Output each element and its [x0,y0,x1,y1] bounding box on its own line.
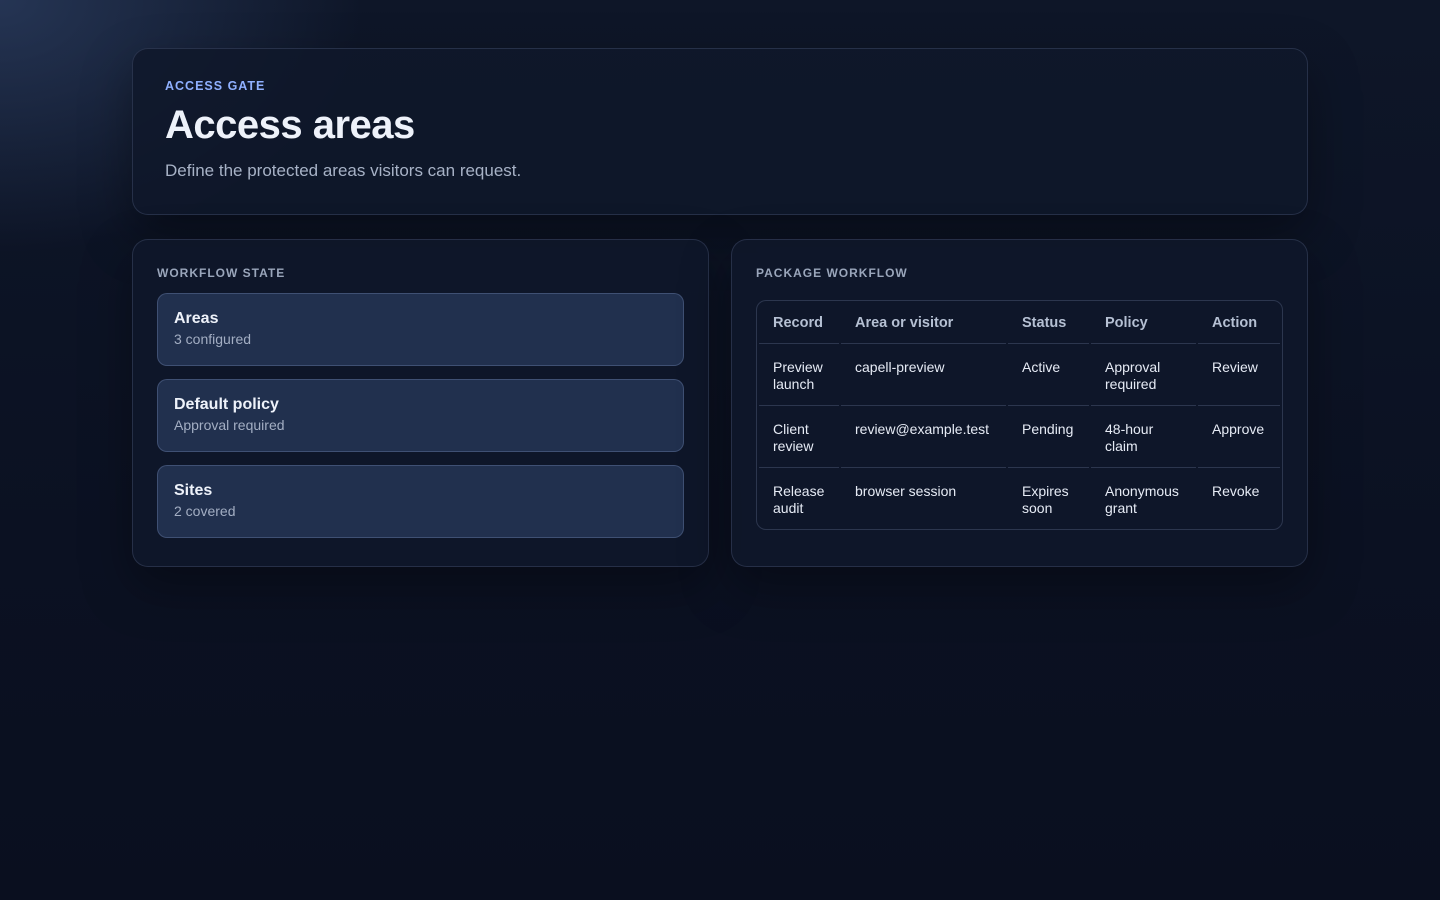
cell-policy: 48-hour claim [1091,406,1196,468]
workflow-state-panel: WORKFLOW STATE Areas 3 configured Defaul… [132,239,709,567]
approve-action[interactable]: Approve [1198,406,1280,468]
page-subtitle: Define the protected areas visitors can … [165,161,522,180]
eyebrow-label: ACCESS GATE [165,79,266,93]
cell-area: review@example.test [841,406,1006,468]
page-header: ACCESS GATE Access areas Define the prot… [132,48,1308,215]
workflow-table-container: Record Area or visitor Status Policy Act… [756,300,1283,530]
workflow-table: Record Area or visitor Status Policy Act… [757,301,1282,529]
page-title: Access areas [165,103,415,147]
cell-record: Release audit [773,483,825,516]
cell-policy: Approval required [1091,344,1196,406]
table-row: Preview launch capell-preview Active App… [759,344,1280,406]
package-workflow-heading: PACKAGE WORKFLOW [756,266,908,280]
state-card-value: Approval required [174,417,285,433]
column-header-action: Action [1198,301,1280,344]
column-header-policy: Policy [1091,301,1196,344]
column-header-area: Area or visitor [841,301,1006,344]
cell-area: capell-preview [841,344,1006,406]
state-card-title: Areas [174,310,219,327]
cell-status: Pending [1008,406,1089,468]
column-header-record: Record [759,301,839,344]
state-card-areas: Areas 3 configured [157,293,684,366]
cell-status: Active [1008,344,1089,406]
state-card-sites: Sites 2 covered [157,465,684,538]
table-header-row: Record Area or visitor Status Policy Act… [759,301,1280,344]
cell-area: browser session [855,483,957,499]
cell-policy: Anonymous grant [1105,483,1179,516]
state-card-value: 2 covered [174,503,236,519]
cell-record: Client review [759,406,839,468]
state-card-title: Default policy [174,396,279,413]
state-card-default-policy: Default policy Approval required [157,379,684,452]
cell-record: Preview launch [759,344,839,406]
state-card-title: Sites [174,482,213,499]
revoke-action[interactable]: Revoke [1198,468,1280,529]
state-card-value: 3 configured [174,331,252,347]
review-action[interactable]: Review [1198,344,1280,406]
column-header-status: Status [1008,301,1089,344]
workflow-state-heading: WORKFLOW STATE [157,266,286,280]
cell-status: Expires soon [1022,483,1069,516]
table-row: Release audit browser session Expires so… [759,468,1280,529]
package-workflow-panel: PACKAGE WORKFLOW Record Area or visitor … [731,239,1308,567]
table-row: Client review review@example.test Pendin… [759,406,1280,468]
